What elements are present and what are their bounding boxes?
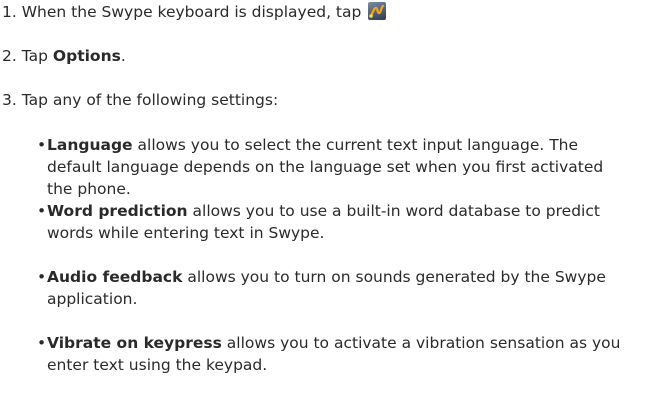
step-1-number: 1. (2, 3, 17, 21)
bullet-audio-feedback-title: Audio feedback (47, 268, 183, 286)
swype-icon (368, 2, 387, 20)
bullet-word-prediction-title: Word prediction (47, 202, 188, 220)
bullet-vibrate-line1: allows you to activate a vibration sensa… (226, 334, 621, 352)
bullet-vibrate-title: Vibrate on keypress (47, 334, 222, 352)
bullet-dot: • (37, 202, 47, 220)
bullet-language: •Language allows you to select the curre… (37, 134, 649, 200)
step-3-text: Tap any of the following settings: (21, 91, 279, 109)
bullet-dot: • (37, 334, 47, 352)
step-2-period: . (120, 47, 126, 65)
bullet-language-line3: the phone. (47, 180, 131, 198)
options-label: Options (52, 47, 121, 65)
bullet-language-title: Language (47, 136, 133, 154)
step-3: 3. Tap any of the following settings: (2, 89, 278, 111)
step-1-text: When the Swype keyboard is displayed, ta… (21, 3, 362, 21)
bullet-language-line2: default language depends on the language… (47, 158, 604, 176)
bullet-language-line1: allows you to select the current text in… (137, 136, 579, 154)
bullet-vibrate-line2: enter text using the keypad. (47, 356, 268, 374)
bullet-vibrate-on-keypress: •Vibrate on keypress allows you to activ… (37, 332, 649, 376)
bullet-dot: • (37, 268, 47, 286)
step-2-text: Tap (21, 47, 48, 65)
bullet-word-prediction: •Word prediction allows you to use a bui… (37, 200, 649, 244)
step-2: 2. Tap Options. (2, 45, 126, 67)
step-3-number: 3. (2, 91, 17, 109)
step-2-number: 2. (2, 47, 17, 65)
bullet-dot: • (37, 136, 47, 154)
bullet-audio-feedback-line1: allows you to turn on sounds generated b… (187, 268, 606, 286)
bullet-word-prediction-line2: words while entering text in Swype. (47, 224, 325, 242)
step-1: 1. When the Swype keyboard is displayed,… (2, 1, 387, 23)
bullet-audio-feedback-line2: application. (47, 290, 138, 308)
bullet-audio-feedback: •Audio feedback allows you to turn on so… (37, 266, 649, 310)
bullet-word-prediction-line1: allows you to use a built-in word databa… (192, 202, 600, 220)
instruction-page: 1. When the Swype keyboard is displayed,… (0, 0, 654, 406)
